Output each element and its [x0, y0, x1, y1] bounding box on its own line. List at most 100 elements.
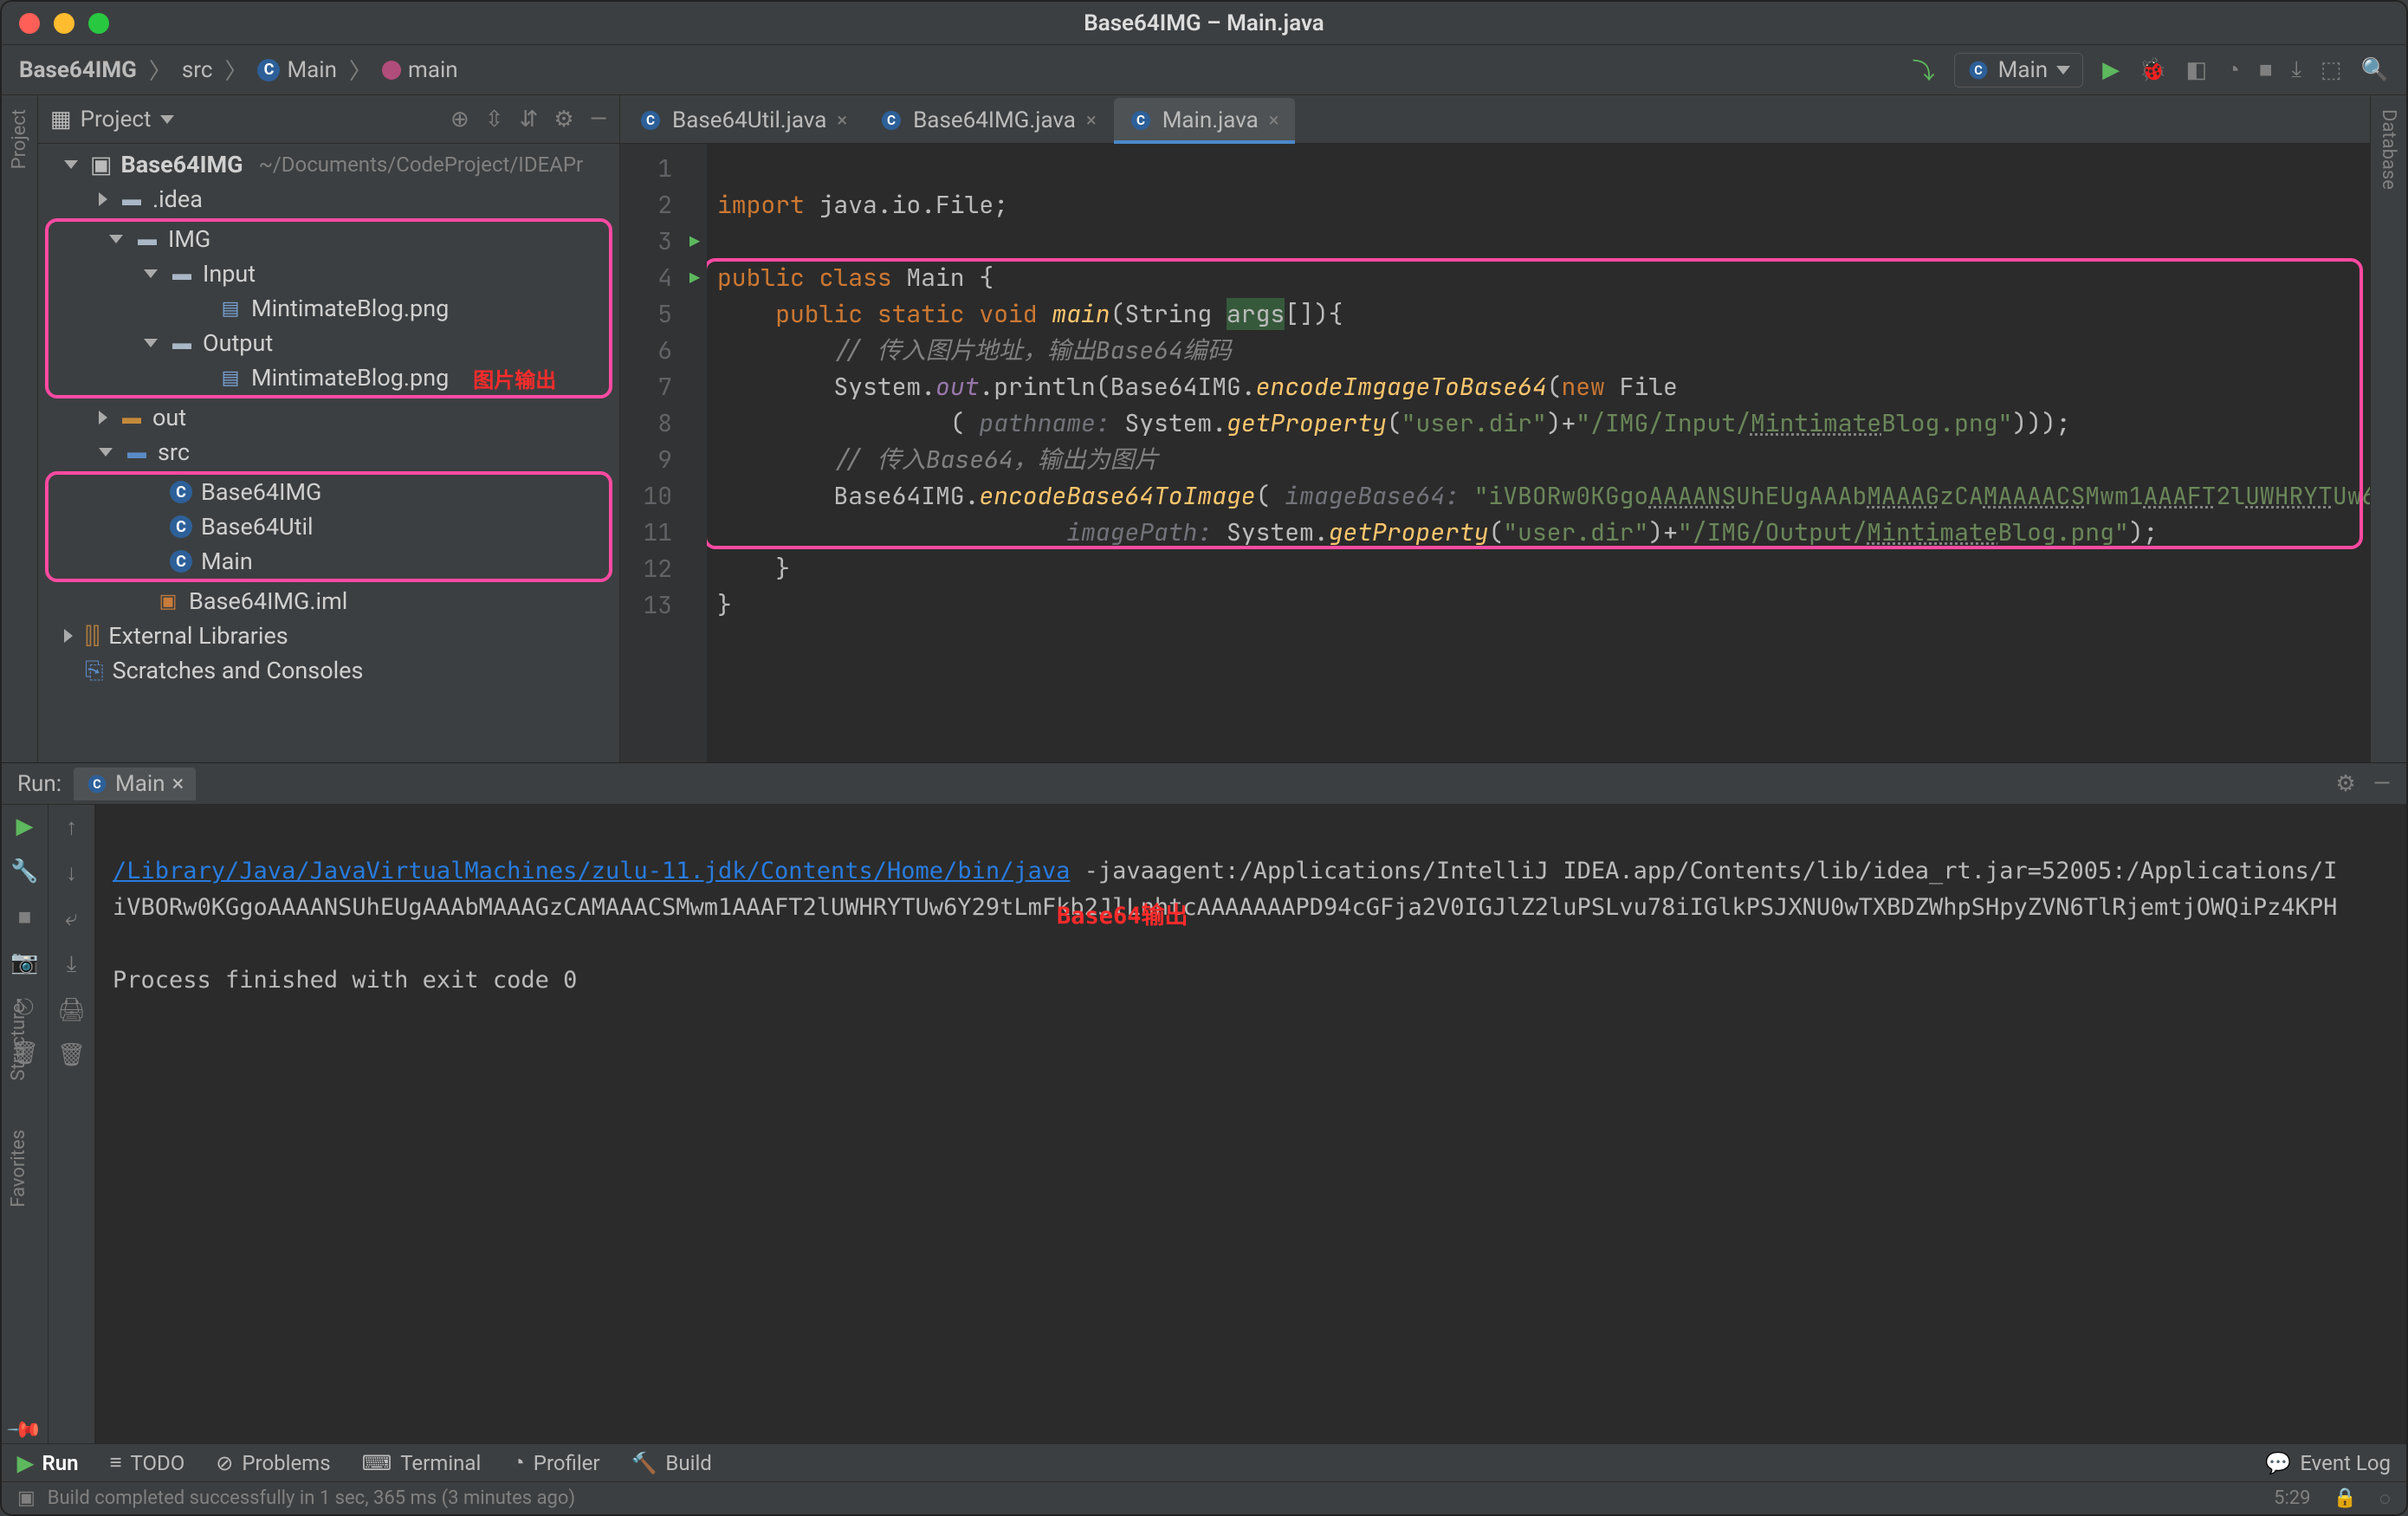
close-tab-icon[interactable]: × — [1269, 110, 1279, 132]
build-icon[interactable]: ⤵ — [1913, 54, 1935, 86]
run-config-tab[interactable]: C Main × — [74, 768, 196, 800]
chevron-down-icon[interactable] — [160, 115, 174, 124]
class-icon: C — [170, 481, 192, 503]
soft-wrap-icon[interactable]: ⤶ — [65, 905, 78, 932]
breadcrumb-item[interactable]: Base64IMG〉 — [19, 54, 177, 86]
tree-folder-output[interactable]: ▬ Output — [49, 326, 609, 360]
tree-project-root[interactable]: ▣ Base64IMG ~/Documents/CodeProject/IDEA… — [38, 147, 619, 182]
bottom-tab-profiler[interactable]: ◔Profiler — [512, 1450, 599, 1475]
breadcrumb-item[interactable]: main — [382, 57, 458, 83]
breadcrumbs: Base64IMG〉 src〉 C Main〉 main — [19, 54, 458, 86]
processes-icon[interactable]: ◌ — [2379, 1487, 2391, 1510]
editor-tab-base64util[interactable]: C Base64Util.java × — [624, 98, 863, 143]
editor-tab-base64img[interactable]: C Base64IMG.java × — [864, 98, 1112, 143]
favorites-stripe-button[interactable]: Favorites — [6, 1123, 31, 1215]
tree-file-input-png[interactable]: ▤ MintimateBlog.png — [49, 291, 609, 326]
bottom-tool-tabs: ▶ Run ≡TODO ⊘Problems ⌨Terminal ◔Profile… — [2, 1443, 2406, 1481]
status-icon[interactable]: ▣ — [17, 1487, 36, 1509]
minimize-window-button[interactable] — [54, 13, 74, 34]
up-stack-icon[interactable]: ↑ — [66, 813, 77, 840]
coverage-icon[interactable]: ◧ — [2186, 57, 2208, 83]
hide-panel-icon[interactable]: — — [2373, 771, 2391, 797]
camera-icon[interactable]: 📷 — [10, 949, 38, 975]
breadcrumb-item[interactable]: C Main〉 — [257, 54, 377, 86]
settings-icon[interactable]: ⚙ — [553, 107, 573, 133]
run-config-label: Main — [1998, 57, 2049, 83]
caret-position[interactable]: 5:29 — [2274, 1487, 2310, 1509]
tree-folder-idea[interactable]: ▬ .idea — [38, 182, 619, 217]
expand-all-icon[interactable]: ⇳ — [485, 107, 504, 133]
editor-area: C Base64Util.java × C Base64IMG.java × C… — [620, 95, 2370, 762]
console-output[interactable]: /Library/Java/JavaVirtualMachines/zulu-1… — [95, 805, 2406, 1443]
tree-label: MintimateBlog.png — [251, 364, 449, 392]
project-tree[interactable]: ▣ Base64IMG ~/Documents/CodeProject/IDEA… — [38, 144, 619, 762]
tab-label: TODO — [131, 1451, 185, 1475]
git-update-icon[interactable]: ⤓ — [2292, 56, 2302, 83]
project-panel-header: ▦ Project ⊕ ⇳ ⇵ ⚙ — — [38, 95, 619, 144]
profile-icon[interactable]: ◔ — [2226, 56, 2240, 83]
tree-folder-src[interactable]: ▬ src — [38, 435, 619, 470]
class-icon: C — [257, 59, 280, 81]
tree-folder-img[interactable]: ▬ IMG — [49, 222, 609, 256]
maximize-window-button[interactable] — [88, 13, 109, 34]
tab-label: Run — [42, 1451, 78, 1475]
event-log-button[interactable]: 💬Event Log — [2265, 1451, 2391, 1475]
structure-stripe-button[interactable]: Structure — [6, 996, 31, 1088]
bottom-tab-problems[interactable]: ⊘Problems — [216, 1451, 330, 1475]
tree-class-main[interactable]: C Main — [49, 544, 609, 579]
close-tab-icon[interactable]: × — [837, 110, 847, 132]
git-commit-icon[interactable]: ⬚ — [2321, 57, 2342, 83]
close-window-button[interactable] — [19, 13, 40, 34]
database-stripe-button[interactable]: Database — [2376, 102, 2401, 197]
stop-icon[interactable]: ■ — [2259, 56, 2273, 83]
scroll-end-icon[interactable]: ⤓ — [67, 951, 77, 978]
folder-icon: ▬ — [170, 262, 194, 286]
run-class-gutter-icon[interactable]: ▶ — [683, 224, 707, 260]
code-content[interactable]: import java.io.File; public class Main {… — [707, 144, 2370, 762]
class-icon: C — [170, 515, 192, 538]
collapse-all-icon[interactable]: ⇵ — [520, 107, 539, 133]
project-view-title[interactable]: Project — [81, 107, 152, 133]
run-config-label: Main — [115, 771, 165, 797]
editor-tab-main[interactable]: C Main.java × — [1114, 98, 1295, 143]
annotation-highlight: C Base64IMG C Base64Util C Main — [45, 471, 612, 582]
console-link[interactable]: /Library/Java/JavaVirtualMachines/zulu-1… — [113, 858, 1070, 884]
bottom-tab-run[interactable]: ▶ Run — [17, 1451, 79, 1475]
bottom-tab-terminal[interactable]: ⌨Terminal — [362, 1451, 482, 1475]
tree-label: out — [152, 404, 186, 431]
close-tab-icon[interactable]: × — [172, 771, 184, 797]
run-icon[interactable]: ▶ — [2102, 57, 2120, 83]
image-file-icon: ▤ — [218, 366, 243, 390]
close-tab-icon[interactable]: × — [1086, 110, 1097, 132]
stop-icon[interactable]: ■ — [18, 904, 32, 930]
debug-icon[interactable]: 🐞 — [2139, 57, 2166, 83]
toolbar-right: ⤵ C Main ▶ 🐞 ◧ ◔ ■ ⤓ ⬚ 🔍 — [1913, 53, 2389, 87]
hide-panel-icon[interactable]: — — [590, 107, 607, 133]
run-config-selector[interactable]: C Main — [1954, 53, 2084, 87]
search-everywhere-icon[interactable]: 🔍 — [2361, 57, 2389, 83]
breadcrumb-item[interactable]: src〉 — [182, 54, 253, 86]
print-icon[interactable]: 🖨 — [57, 997, 86, 1023]
tree-file-iml[interactable]: ▣ Base64IMG.iml — [38, 584, 619, 619]
tree-external-libraries[interactable]: ⫿⫿ External Libraries — [38, 619, 619, 653]
lock-icon[interactable]: 🔒 — [2334, 1487, 2357, 1509]
wrench-icon[interactable]: 🔧 — [10, 858, 38, 884]
bottom-tab-todo[interactable]: ≡TODO — [110, 1450, 185, 1475]
code-editor[interactable]: 1 2 3 4 5 6 7 8 9 10 11 12 13 ▶ — [620, 144, 2370, 762]
tree-class-base64util[interactable]: C Base64Util — [49, 509, 609, 544]
select-opened-file-icon[interactable]: ⊕ — [450, 107, 469, 133]
tab-label: Terminal — [400, 1451, 481, 1475]
bottom-tab-build[interactable]: 🔨Build — [631, 1451, 712, 1475]
tree-folder-out[interactable]: ▬ out — [38, 400, 619, 435]
tree-file-output-png[interactable]: ▤ MintimateBlog.png 图片输出 — [49, 360, 609, 395]
project-stripe-button[interactable]: Project — [7, 102, 32, 176]
tree-folder-input[interactable]: ▬ Input — [49, 256, 609, 291]
run-method-gutter-icon[interactable]: ▶ — [683, 260, 707, 296]
rerun-icon[interactable]: ▶ — [16, 813, 34, 839]
tree-scratches[interactable]: ⎘ Scratches and Consoles — [38, 653, 619, 688]
tree-class-base64img[interactable]: C Base64IMG — [49, 475, 609, 509]
down-stack-icon[interactable]: ↓ — [66, 859, 77, 886]
clear-icon[interactable]: 🗑 — [57, 1042, 86, 1068]
settings-icon[interactable]: ⚙ — [2335, 771, 2355, 797]
tree-label: MintimateBlog.png — [251, 295, 449, 322]
